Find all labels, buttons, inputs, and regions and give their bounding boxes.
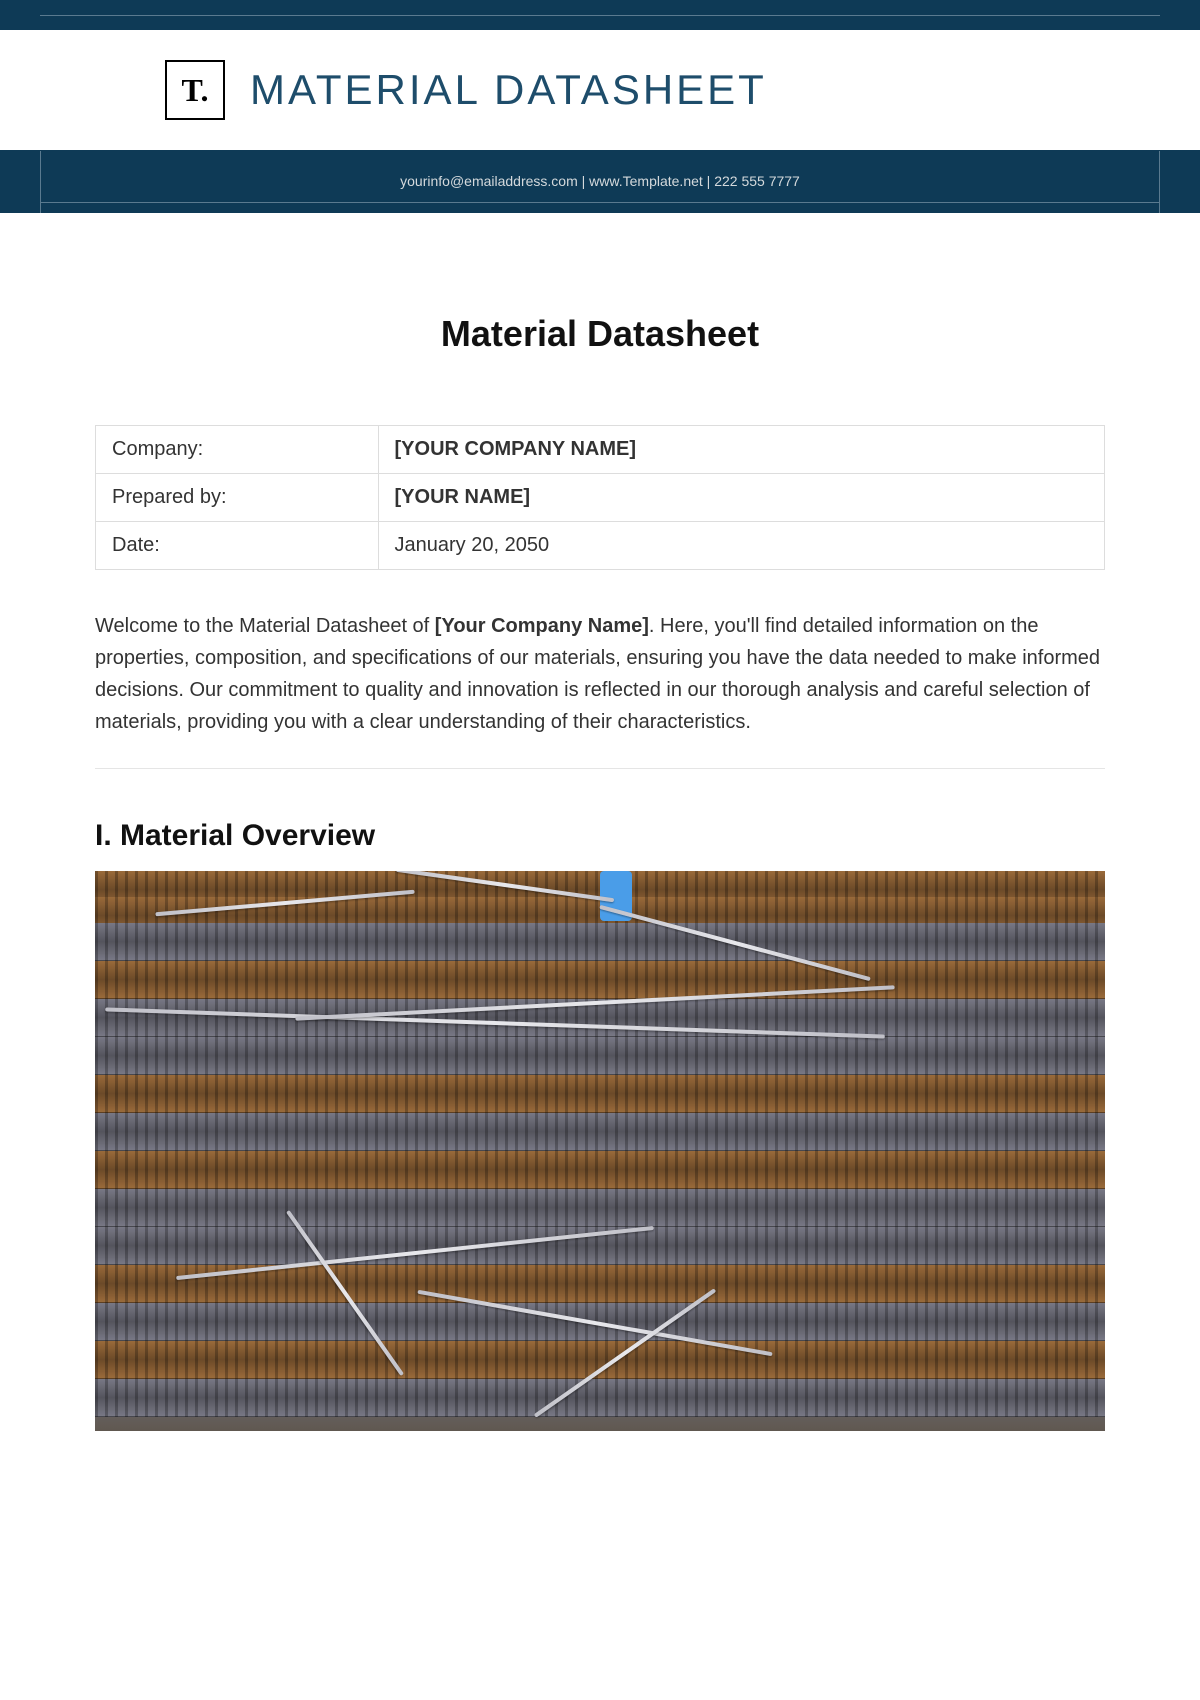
info-label: Date: — [96, 522, 379, 570]
header-title: MATERIAL DATASHEET — [250, 66, 767, 114]
table-row: Company:[YOUR COMPANY NAME] — [96, 426, 1105, 474]
intro-paragraph: Welcome to the Material Datasheet of [Yo… — [95, 610, 1105, 738]
info-table: Company:[YOUR COMPANY NAME]Prepared by:[… — [95, 425, 1105, 570]
info-value: [YOUR NAME] — [378, 474, 1104, 522]
info-value: [YOUR COMPANY NAME] — [378, 426, 1104, 474]
table-row: Date:January 20, 2050 — [96, 522, 1105, 570]
header-bottom-border — [40, 202, 1160, 203]
header-contact-bar: yourinfo@emailaddress.com | www.Template… — [0, 150, 1200, 213]
page-title: Material Datasheet — [95, 313, 1105, 355]
header-contact-text: yourinfo@emailaddress.com | www.Template… — [400, 173, 800, 189]
table-row: Prepared by:[YOUR NAME] — [96, 474, 1105, 522]
info-label: Company: — [96, 426, 379, 474]
info-label: Prepared by: — [96, 474, 379, 522]
info-value: January 20, 2050 — [378, 522, 1104, 570]
material-overview-image — [95, 871, 1105, 1431]
header-top-border — [0, 0, 1200, 30]
logo-text: T. — [182, 72, 209, 109]
header-banner: T. MATERIAL DATASHEET — [0, 30, 1200, 150]
section-1-title: I. Material Overview — [95, 819, 1105, 853]
intro-pre: Welcome to the Material Datasheet of — [95, 615, 435, 637]
section-divider — [95, 768, 1105, 769]
intro-placeholder: [Your Company Name] — [435, 615, 649, 637]
logo-icon: T. — [165, 60, 225, 120]
document-content: Material Datasheet Company:[YOUR COMPANY… — [0, 213, 1200, 1431]
